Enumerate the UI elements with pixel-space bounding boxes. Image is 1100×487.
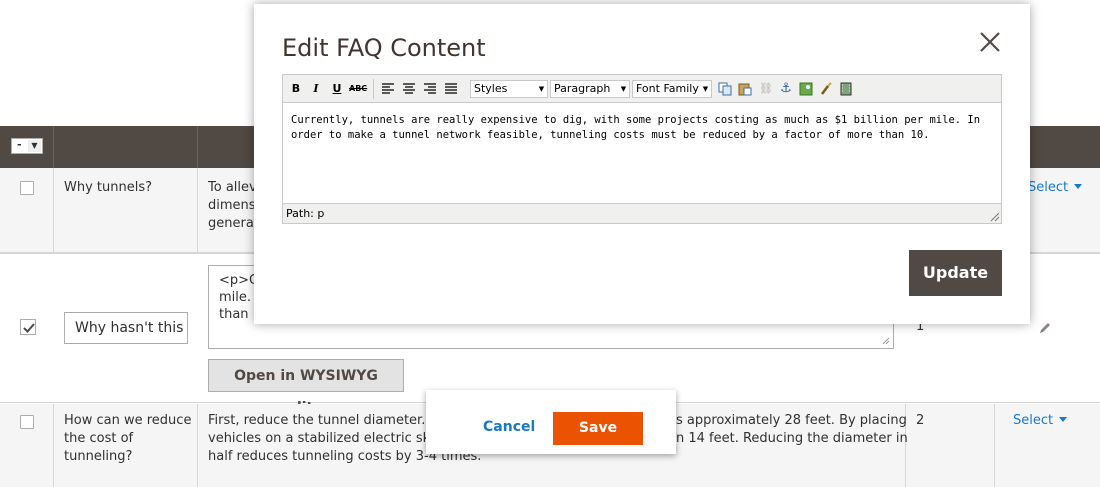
pencil-icon[interactable] <box>1038 320 1052 339</box>
mass-select-dropdown[interactable]: - ▼ <box>11 138 43 154</box>
bold-icon[interactable]: B <box>287 80 305 98</box>
styles-dropdown[interactable]: Styles ▼ <box>470 80 548 98</box>
row-action-select[interactable]: Select <box>1028 180 1083 195</box>
anchor-icon[interactable]: ⚓ <box>777 80 795 98</box>
cell-divider <box>53 168 54 253</box>
close-icon[interactable] <box>979 31 1001 57</box>
question-input[interactable]: Why hasn't this <box>64 312 188 344</box>
unlink-icon[interactable]: ⛓ <box>757 80 775 98</box>
strikethrough-icon[interactable]: ABC <box>349 80 367 98</box>
paragraph-dropdown[interactable]: Paragraph ▼ <box>550 80 630 98</box>
caret-down-icon <box>1074 184 1083 189</box>
cell-divider <box>53 404 54 487</box>
cancel-button[interactable]: Cancel <box>483 419 535 435</box>
modal-title: Edit FAQ Content <box>282 34 486 62</box>
align-right-icon[interactable] <box>421 80 439 98</box>
update-button[interactable]: Update <box>909 250 1002 296</box>
cell-divider <box>197 168 198 253</box>
editor-content[interactable]: Currently, tunnels are really expensive … <box>291 113 991 143</box>
header-divider <box>53 126 54 168</box>
answer-line: First, reduce the tunnel diameter. Th <box>208 413 446 428</box>
editor-toolbar: B I U ABC Styles ▼ Paragraph ▼ Font Fami… <box>283 75 1001 103</box>
row-checkbox[interactable] <box>20 415 34 429</box>
resize-handle-icon[interactable] <box>882 337 890 345</box>
save-button[interactable]: Save <box>553 412 643 445</box>
answer-line: dimens <box>208 198 256 213</box>
toolbar-separator <box>373 79 374 99</box>
position-cell: 2 <box>916 413 925 428</box>
row-checkbox-checked[interactable] <box>20 319 36 335</box>
row-checkbox[interactable] <box>20 181 34 195</box>
chevron-down-icon: ▼ <box>538 85 545 93</box>
chevron-down-icon: ▼ <box>28 140 41 152</box>
edit-faq-modal: Edit FAQ Content B I U ABC Styles ▼ Para… <box>254 4 1030 324</box>
align-justify-icon[interactable] <box>442 80 460 98</box>
styles-label: Styles <box>474 82 508 95</box>
question-cell: How can we reduce the cost of tunneling? <box>64 413 192 464</box>
answer-line: vehicles on a stabilized electric skate <box>208 431 451 446</box>
answer-line: s approximately 28 feet. By placing <box>676 413 907 428</box>
image-icon[interactable] <box>797 80 815 98</box>
font-family-dropdown[interactable]: Font Family ▼ <box>632 80 712 98</box>
paragraph-label: Paragraph <box>554 82 611 95</box>
answer-line: n 14 feet. Reducing the diameter in <box>676 431 908 446</box>
mass-select-label: - <box>17 138 22 151</box>
cell-divider <box>197 404 198 487</box>
open-wysiwyg-button[interactable]: Open in WYSIWYG editor <box>208 359 404 416</box>
cleanup-brush-icon[interactable] <box>817 80 835 98</box>
question-cell: Why tunnels? <box>64 180 153 195</box>
path-label: Path: p <box>286 207 325 220</box>
select-label: Select <box>1013 413 1054 428</box>
underline-icon[interactable]: U <box>328 80 346 98</box>
select-label: Select <box>1028 180 1069 195</box>
italic-icon[interactable]: I <box>307 80 325 98</box>
row-action-select[interactable]: Select <box>1013 413 1068 428</box>
answer-line: To allev <box>208 180 257 195</box>
wysiwyg-editor: B I U ABC Styles ▼ Paragraph ▼ Font Fami… <box>282 74 1002 224</box>
chevron-down-icon: ▼ <box>620 85 627 93</box>
header-divider <box>197 126 198 168</box>
font-family-label: Font Family <box>636 82 699 95</box>
paste-icon[interactable] <box>736 80 754 98</box>
copy-icon[interactable] <box>716 80 734 98</box>
check-icon <box>23 323 35 333</box>
chevron-down-icon: ▼ <box>702 85 709 93</box>
caret-down-icon <box>1059 417 1068 422</box>
column-header-question[interactable]: Question <box>64 14 130 29</box>
media-icon[interactable] <box>837 80 855 98</box>
row-edit-actions: Cancel Save <box>426 390 676 454</box>
editor-path-bar: Path: p <box>283 203 1001 223</box>
resize-handle-icon[interactable] <box>990 212 1000 222</box>
cell-divider <box>994 404 995 487</box>
align-center-icon[interactable] <box>400 80 418 98</box>
answer-line: general <box>208 216 258 231</box>
align-left-icon[interactable] <box>379 80 397 98</box>
